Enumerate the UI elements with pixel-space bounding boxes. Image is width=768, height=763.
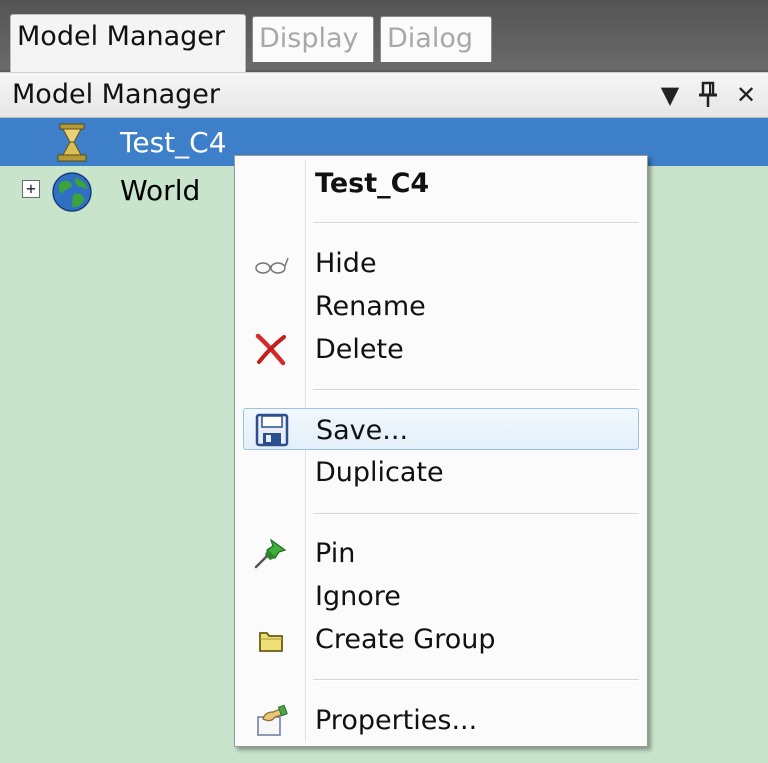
panel-pin-icon[interactable] — [694, 79, 722, 111]
delete-x-icon — [255, 333, 286, 366]
model-icon — [57, 123, 87, 162]
menu-item-label: Create Group — [315, 624, 496, 655]
pushpin-icon — [254, 538, 287, 569]
menu-separator — [313, 222, 639, 224]
menu-item-label: Hide — [315, 248, 377, 279]
context-menu: Test_C4 Hide Rename Delete Save... Dupli… — [234, 155, 648, 747]
menu-item-label: Pin — [315, 538, 356, 569]
floppy-disk-icon — [255, 413, 289, 447]
globe-icon — [52, 172, 92, 212]
menu-header: Test_C4 — [235, 162, 647, 204]
tree-item-label: Test_C4 — [120, 126, 227, 159]
tab-display[interactable]: Display — [252, 16, 374, 62]
glasses-icon — [255, 257, 289, 274]
menu-item-label: Ignore — [315, 581, 401, 612]
menu-item-label: Save... — [316, 415, 409, 446]
menu-item-create-group[interactable]: Create Group — [235, 618, 647, 660]
menu-item-rename[interactable]: Rename — [235, 285, 647, 327]
menu-item-label: Delete — [315, 334, 404, 365]
menu-item-label: Rename — [315, 291, 426, 322]
folder-icon — [259, 632, 283, 652]
panel-dropdown-icon[interactable]: ▼ — [656, 79, 684, 111]
tab-model-manager[interactable]: Model Manager — [10, 14, 246, 72]
menu-item-label: Properties... — [315, 705, 478, 736]
panel-close-icon[interactable]: ✕ — [732, 79, 760, 111]
menu-item-duplicate[interactable]: Duplicate — [235, 451, 647, 493]
menu-item-pin[interactable]: Pin — [235, 532, 647, 574]
menu-item-delete[interactable]: Delete — [235, 328, 647, 370]
menu-separator — [313, 389, 639, 391]
tree-item-label: World — [120, 174, 201, 207]
menu-separator — [313, 679, 639, 681]
tab-strip: Model Manager Display Dialog — [0, 0, 768, 72]
panel-header: Model Manager ▼ ✕ — [0, 72, 768, 118]
menu-item-label: Duplicate — [315, 457, 444, 488]
properties-icon — [257, 704, 288, 736]
menu-separator — [313, 513, 639, 515]
menu-item-properties[interactable]: Properties... — [235, 699, 647, 741]
menu-item-save[interactable]: Save... — [243, 408, 639, 450]
menu-header-label: Test_C4 — [315, 168, 430, 199]
menu-item-ignore[interactable]: Ignore — [235, 575, 647, 617]
menu-item-hide[interactable]: Hide — [235, 242, 647, 284]
panel-title: Model Manager — [12, 79, 220, 110]
expand-plus-icon[interactable]: + — [22, 180, 40, 198]
tab-dialog[interactable]: Dialog — [380, 16, 492, 62]
